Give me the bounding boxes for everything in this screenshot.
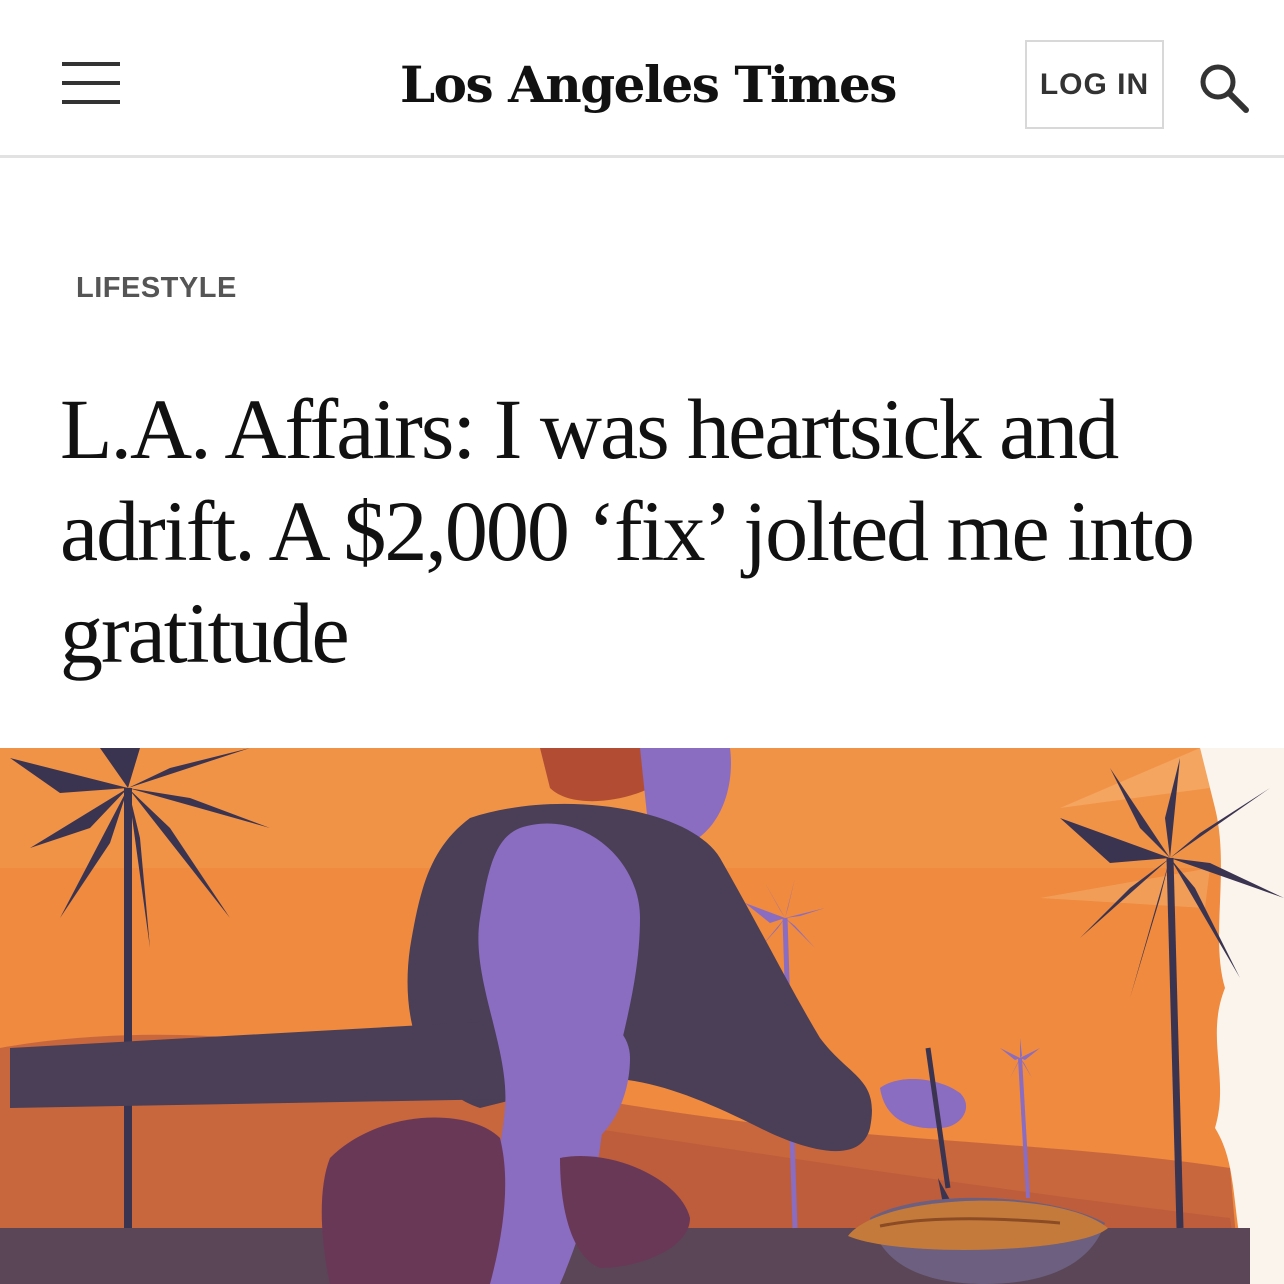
hamburger-menu-icon[interactable] xyxy=(62,60,122,106)
login-button[interactable]: LOG IN xyxy=(1025,40,1164,129)
menu-bar xyxy=(62,100,120,104)
site-header: Los Angeles Times LOG IN xyxy=(0,0,1284,158)
menu-bar xyxy=(62,81,120,85)
menu-bar xyxy=(62,62,120,66)
site-logo[interactable]: Los Angeles Times xyxy=(400,52,897,118)
article-headline: L.A. Affairs: I was heartsick and adrift… xyxy=(60,381,1195,681)
hero-illustration xyxy=(0,748,1284,1284)
section-label[interactable]: LIFESTYLE xyxy=(76,272,237,305)
search-icon[interactable] xyxy=(1196,60,1252,116)
